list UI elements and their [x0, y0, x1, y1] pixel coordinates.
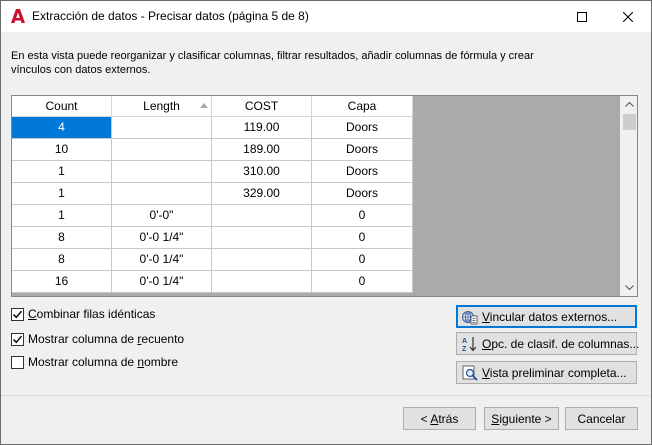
show-count-column-label: Mostrar columna de recuento [28, 332, 185, 346]
cell-length[interactable]: 0'-0" [112, 205, 212, 227]
cell-count[interactable]: 1 [12, 205, 112, 227]
cell-length[interactable] [112, 161, 212, 183]
column-header-count[interactable]: Count [12, 96, 112, 117]
next-button[interactable]: Siguiente > [484, 407, 559, 430]
cell-capa[interactable]: 0 [312, 205, 413, 227]
footer-separator [1, 395, 651, 396]
autocad-a-icon [10, 8, 26, 24]
column-header-cost[interactable]: COST [212, 96, 312, 117]
link-external-data-button[interactable]: Vincular datos externos... [456, 305, 637, 328]
sort-ascending-icon [200, 103, 208, 108]
next-button-label: Siguiente > [491, 411, 552, 426]
checkmark-icon [13, 335, 23, 343]
preview-magnifier-icon [462, 365, 478, 381]
maximize-icon [577, 11, 587, 22]
cell-cost[interactable]: 119.00 [212, 117, 312, 139]
close-icon [623, 11, 633, 22]
cell-capa[interactable]: Doors [312, 139, 413, 161]
sort-az-icon: A Z [462, 336, 478, 353]
cell-cost[interactable]: 310.00 [212, 161, 312, 183]
column-sort-options-button[interactable]: A Z Opc. de clasif. de columnas... [456, 332, 640, 355]
table-row[interactable]: 8 0'-0 1/4" 0 [12, 227, 413, 249]
page-description: En esta vista puede reorganizar y clasif… [11, 50, 534, 76]
cell-capa[interactable]: Doors [312, 161, 413, 183]
title-bar[interactable]: Extracción de datos - Precisar datos (pá… [1, 1, 651, 32]
cell-capa[interactable]: Doors [312, 183, 413, 205]
cell-capa[interactable]: 0 [312, 227, 413, 249]
cell-capa[interactable]: 0 [312, 249, 413, 271]
show-count-column-checkbox[interactable] [11, 332, 24, 346]
cell-count[interactable]: 4 [12, 117, 112, 139]
cell-cost[interactable] [212, 271, 312, 293]
cell-cost[interactable] [212, 227, 312, 249]
column-sort-options-label: Opc. de clasif. de columnas... [482, 336, 640, 351]
vertical-scrollbar[interactable] [620, 96, 637, 296]
show-count-column-option[interactable]: Mostrar columna de recuento [11, 332, 184, 346]
link-external-data-label: Vincular datos externos... [482, 309, 618, 324]
table-row[interactable]: 10 189.00 Doors [12, 139, 413, 161]
cell-count[interactable]: 1 [12, 161, 112, 183]
table-row[interactable]: 1 329.00 Doors [12, 183, 413, 205]
cell-length[interactable]: 0'-0 1/4" [112, 249, 212, 271]
show-name-column-option[interactable]: Mostrar columna de nombre [11, 355, 178, 369]
table-row[interactable]: 1 310.00 Doors [12, 161, 413, 183]
cell-count[interactable]: 1 [12, 183, 112, 205]
maximize-button[interactable] [559, 1, 605, 32]
table-row[interactable]: 4 119.00 Doors [12, 117, 413, 139]
cell-count[interactable]: 16 [12, 271, 112, 293]
cell-length[interactable]: 0'-0 1/4" [112, 271, 212, 293]
cell-length[interactable]: 0'-0 1/4" [112, 227, 212, 249]
cancel-button[interactable]: Cancelar [565, 407, 638, 430]
window-title: Extracción de datos - Precisar datos (pá… [32, 9, 309, 23]
full-preview-label: Vista preliminar completa... [482, 365, 627, 380]
scroll-down-arrow[interactable] [621, 279, 637, 296]
combine-rows-option[interactable]: Combinar filas idénticas [11, 307, 155, 321]
scrollbar-thumb[interactable] [623, 114, 636, 130]
column-header-length[interactable]: Length [112, 96, 212, 117]
cell-cost[interactable] [212, 249, 312, 271]
link-data-icon [462, 309, 478, 325]
column-header-capa[interactable]: Capa [312, 96, 413, 117]
svg-text:Z: Z [462, 346, 467, 352]
table-row[interactable]: 8 0'-0 1/4" 0 [12, 249, 413, 271]
back-button[interactable]: < Atrás [403, 407, 476, 430]
cell-count[interactable]: 10 [12, 139, 112, 161]
table-body: 4 119.00 Doors 10 189.00 Doors 1 310.00 Doors 1 32… [12, 117, 413, 293]
cancel-button-label: Cancelar [577, 411, 626, 426]
cell-cost[interactable] [212, 205, 312, 227]
table-header-row: Count Length COST Capa [12, 96, 413, 117]
data-table: Count Length COST Capa 4 119.00 Doors 10 189… [12, 96, 413, 293]
checkmark-icon [13, 310, 23, 318]
cell-cost[interactable]: 329.00 [212, 183, 312, 205]
show-name-column-label: Mostrar columna de nombre [28, 355, 179, 369]
cell-capa[interactable]: Doors [312, 117, 413, 139]
cell-length[interactable] [112, 183, 212, 205]
table-row[interactable]: 1 0'-0" 0 [12, 205, 413, 227]
cell-capa[interactable]: 0 [312, 271, 413, 293]
cell-cost[interactable]: 189.00 [212, 139, 312, 161]
column-header-label: Length [143, 99, 180, 113]
full-preview-button[interactable]: Vista preliminar completa... [456, 361, 637, 384]
cell-count[interactable]: 8 [12, 249, 112, 271]
combine-rows-label: Combinar filas idénticas [28, 307, 156, 321]
table-row[interactable]: 16 0'-0 1/4" 0 [12, 271, 413, 293]
cell-length[interactable] [112, 139, 212, 161]
dialog-window: Extracción de datos - Precisar datos (pá… [0, 0, 652, 445]
cell-length[interactable] [112, 117, 212, 139]
show-name-column-checkbox[interactable] [11, 355, 24, 369]
back-button-label: < Atrás [420, 411, 459, 426]
svg-text:A: A [462, 338, 467, 345]
scroll-up-arrow[interactable] [621, 96, 637, 113]
combine-rows-checkbox[interactable] [11, 307, 24, 321]
data-grid[interactable]: Count Length COST Capa 4 119.00 Doors 10 189… [11, 95, 638, 297]
close-button[interactable] [605, 1, 651, 32]
cell-count[interactable]: 8 [12, 227, 112, 249]
